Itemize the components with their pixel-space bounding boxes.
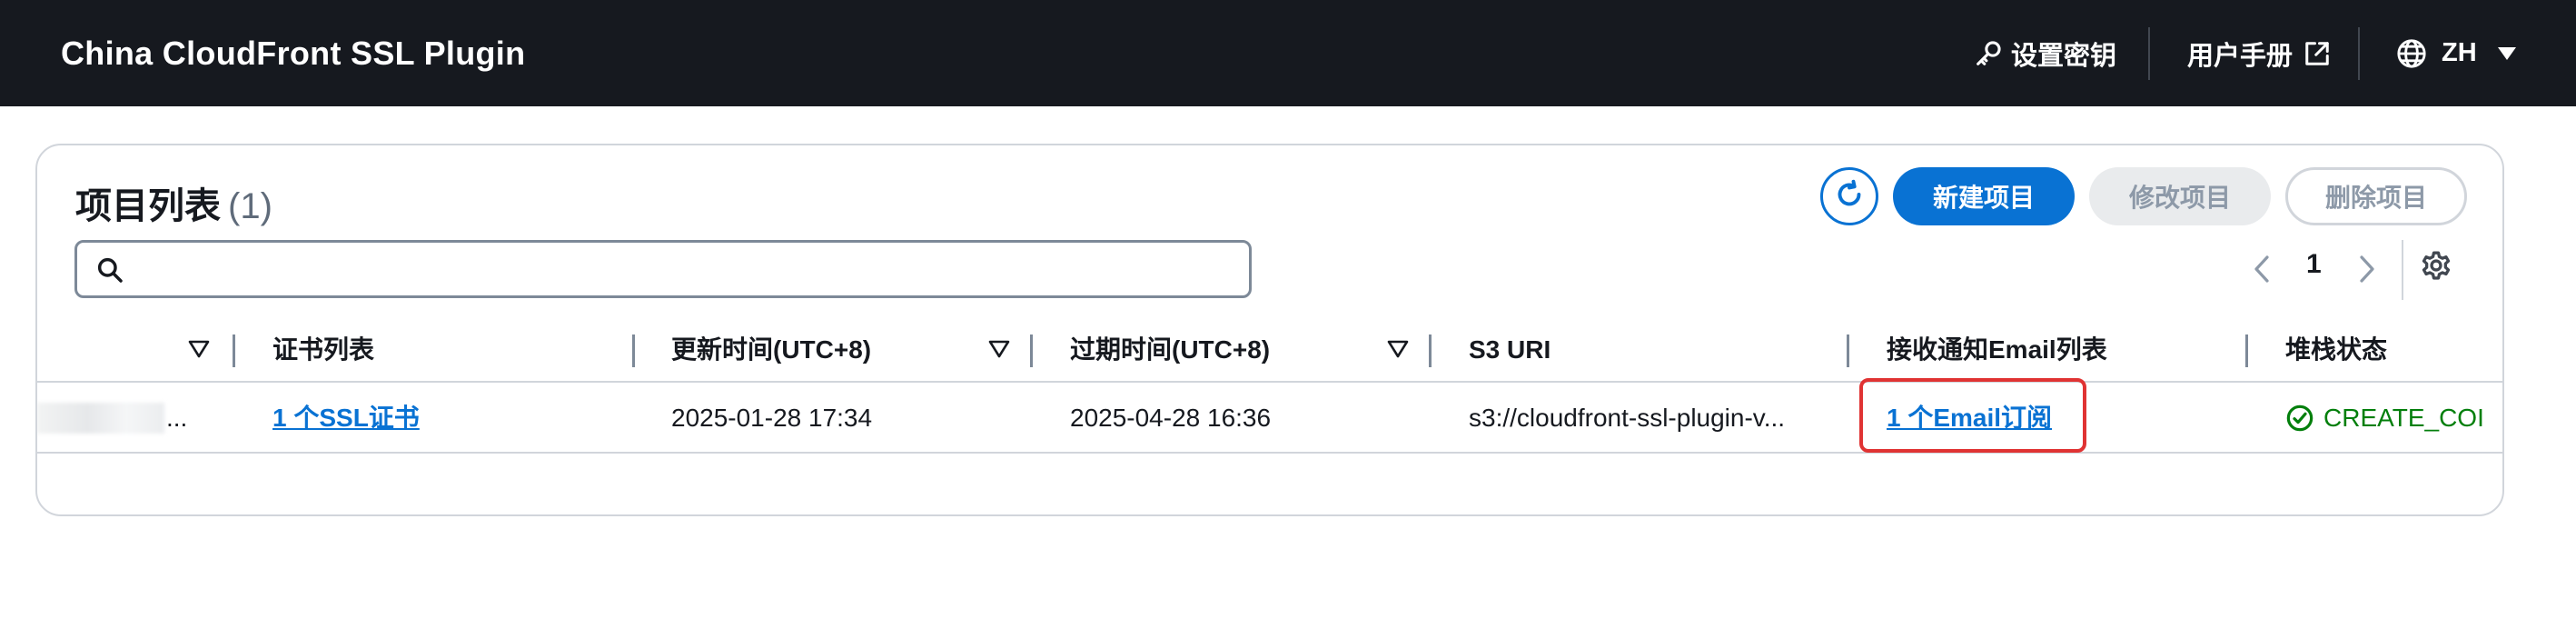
column-header-stack-status[interactable]: 堆栈状态 bbox=[2285, 324, 2387, 376]
ssl-certificates-link[interactable]: 1 个SSL证书 bbox=[272, 404, 420, 432]
sort-icon[interactable] bbox=[1387, 339, 1409, 364]
stack-status-text: CREATE_COI bbox=[2323, 404, 2484, 432]
column-resizer[interactable] bbox=[2245, 334, 2248, 367]
success-check-icon bbox=[2285, 404, 2314, 433]
set-key-button[interactable]: 设置密钥 bbox=[1973, 0, 2116, 106]
redacted-project-name bbox=[37, 403, 164, 434]
project-name-cell: ... bbox=[37, 383, 219, 454]
pager-divider bbox=[2402, 240, 2403, 300]
refresh-icon bbox=[1833, 178, 1866, 215]
highlight-annotation bbox=[1859, 378, 2086, 453]
table-header: 证书列表 更新时间(UTC+8) 过期时间(UTC+8) S3 URI 接收通知… bbox=[37, 324, 2502, 376]
project-name-ellipsis: ... bbox=[166, 404, 188, 432]
expires-at-cell: 2025-04-28 16:36 bbox=[1070, 404, 1272, 432]
column-header-updated-at[interactable]: 更新时间(UTC+8) bbox=[671, 324, 871, 376]
language-label: ZH bbox=[2442, 38, 2477, 67]
new-project-button[interactable]: 新建项目 bbox=[1893, 167, 2075, 225]
user-manual-label: 用户手册 bbox=[2187, 41, 2294, 71]
previous-page-button[interactable] bbox=[2252, 255, 2272, 288]
language-selector[interactable]: ZH bbox=[2396, 0, 2517, 106]
nav-divider bbox=[2358, 27, 2360, 80]
column-header-s3-uri[interactable]: S3 URI bbox=[1469, 324, 1551, 376]
search-field[interactable] bbox=[74, 240, 1252, 298]
refresh-button[interactable] bbox=[1820, 167, 1878, 225]
column-resizer[interactable] bbox=[233, 334, 235, 367]
sort-icon[interactable] bbox=[988, 339, 1010, 364]
column-resizer[interactable] bbox=[1429, 334, 1432, 367]
current-page[interactable]: 1 bbox=[2306, 249, 2322, 280]
external-link-icon bbox=[2304, 40, 2331, 67]
search-input[interactable] bbox=[137, 248, 1227, 290]
s3-uri-cell: s3://cloudfront-ssl-plugin-v... bbox=[1469, 404, 1786, 432]
key-icon bbox=[1973, 38, 2004, 69]
globe-icon bbox=[2396, 38, 2427, 69]
table-row: ... 1 个SSL证书 2025-01-28 17:34 2025-04-28… bbox=[37, 381, 2502, 454]
set-key-label: 设置密钥 bbox=[2011, 41, 2117, 71]
nav-divider bbox=[2148, 27, 2150, 80]
stack-status-cell: CREATE_COI bbox=[2285, 383, 2502, 454]
gear-icon bbox=[2420, 251, 2452, 285]
updated-at-cell: 2025-01-28 17:34 bbox=[671, 404, 873, 432]
column-resizer[interactable] bbox=[1030, 334, 1033, 367]
column-resizer[interactable] bbox=[1847, 334, 1849, 367]
next-page-button[interactable] bbox=[2357, 255, 2377, 288]
column-header-email-list[interactable]: 接收通知Email列表 bbox=[1887, 324, 2107, 376]
column-resizer[interactable] bbox=[632, 334, 635, 367]
project-list-card: 项目列表 (1) 新建项目 修改项目 删除项目 1 证书列表 更新时间(UTC+… bbox=[35, 144, 2504, 516]
search-icon bbox=[95, 255, 124, 289]
table-settings-button[interactable] bbox=[2420, 249, 2452, 286]
certificates-cell: 1 个SSL证书 bbox=[272, 383, 618, 454]
edit-project-button[interactable]: 修改项目 bbox=[2089, 167, 2271, 225]
column-header-expires-at[interactable]: 过期时间(UTC+8) bbox=[1070, 324, 1270, 376]
project-count: (1) bbox=[228, 186, 272, 226]
caret-down-icon bbox=[2497, 46, 2517, 61]
user-manual-link[interactable]: 用户手册 bbox=[2187, 0, 2331, 106]
app-title[interactable]: China CloudFront SSL Plugin bbox=[61, 0, 525, 106]
delete-project-button[interactable]: 删除项目 bbox=[2285, 167, 2467, 225]
column-header-certificates[interactable]: 证书列表 bbox=[272, 324, 374, 376]
sort-icon[interactable] bbox=[188, 339, 210, 364]
page-title-text: 项目列表 bbox=[75, 186, 221, 226]
top-navigation: China CloudFront SSL Plugin 设置密钥 用户手册 ZH bbox=[0, 0, 2576, 106]
page-title: 项目列表 (1) bbox=[75, 176, 272, 229]
